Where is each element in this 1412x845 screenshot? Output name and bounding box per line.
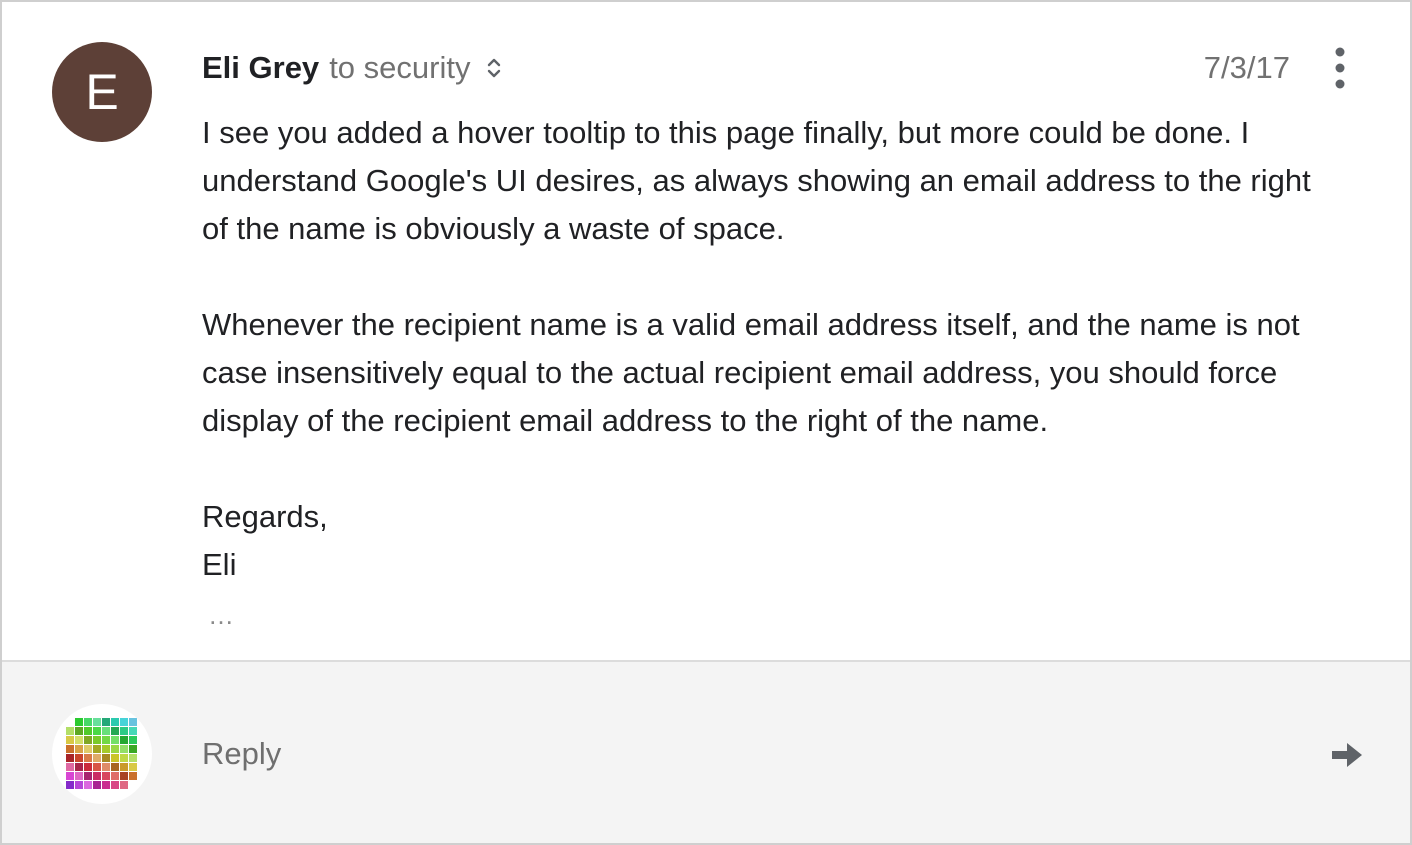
mosaic-tile (93, 736, 101, 744)
mosaic-tile (75, 745, 83, 753)
sender-name[interactable]: Eli Grey (202, 50, 319, 86)
show-trimmed-content-button[interactable]: … (208, 600, 237, 631)
mosaic-tile (102, 763, 110, 771)
mosaic-tile (111, 736, 119, 744)
mosaic-tile (102, 736, 110, 744)
mosaic-tile (129, 772, 137, 780)
arrow-right-icon[interactable] (1326, 734, 1368, 776)
reply-bar (2, 662, 1410, 843)
mosaic-tile (75, 754, 83, 762)
sender-avatar[interactable]: E (52, 42, 152, 142)
mosaic-tile (75, 763, 83, 771)
mosaic-tile (120, 754, 128, 762)
mosaic-tile (120, 727, 128, 735)
mosaic-tile (75, 727, 83, 735)
mosaic-tile (66, 745, 74, 753)
mosaic-tile (84, 718, 92, 726)
mosaic-tile (84, 727, 92, 735)
message-header: Eli Grey to security (202, 46, 502, 90)
mosaic-tile (93, 754, 101, 762)
mosaic-tile (111, 718, 119, 726)
mosaic-tile (102, 727, 110, 735)
mosaic-tile (120, 772, 128, 780)
mosaic-tile (75, 718, 83, 726)
mosaic-tile (111, 754, 119, 762)
mosaic-tile (129, 754, 137, 762)
mosaic-tile (102, 745, 110, 753)
mosaic-tile (66, 727, 74, 735)
mosaic-tile (84, 763, 92, 771)
mosaic-tile (66, 763, 74, 771)
mosaic-tile (111, 745, 119, 753)
mosaic-tile (75, 772, 83, 780)
mosaic-tile (102, 754, 110, 762)
mosaic-tile (66, 754, 74, 762)
body-paragraph-2: Whenever the recipient name is a valid e… (202, 307, 1300, 438)
mosaic-tile (129, 745, 137, 753)
mosaic-tile (102, 781, 110, 789)
mosaic-tile (75, 781, 83, 789)
mosaic-tile (129, 718, 137, 726)
message-date: 7/3/17 (1203, 50, 1290, 85)
mosaic-tile (84, 745, 92, 753)
mosaic-tile (66, 781, 74, 789)
mosaic-tile (120, 763, 128, 771)
mosaic-tile (93, 763, 101, 771)
closing-line: Regards, (202, 499, 328, 534)
mosaic-tile (75, 736, 83, 744)
reply-input[interactable] (202, 728, 1202, 780)
self-avatar[interactable] (52, 704, 152, 804)
mosaic-tile (111, 781, 119, 789)
mosaic-tile (102, 718, 110, 726)
mosaic-tile (84, 781, 92, 789)
mosaic-tile (93, 781, 101, 789)
mosaic-tile (66, 736, 74, 744)
unfold-more-icon[interactable] (486, 55, 502, 81)
mosaic-tile (93, 718, 101, 726)
email-thread-view: E Eli Grey to security 7/3/17 I see you … (0, 0, 1412, 845)
mosaic-tile (129, 736, 137, 744)
mosaic-tile (84, 772, 92, 780)
mosaic-tile (120, 781, 128, 789)
mosaic-tile (129, 763, 137, 771)
mosaic-tile (84, 754, 92, 762)
pixel-mosaic-avatar-icon (66, 718, 137, 789)
mosaic-tile (66, 772, 74, 780)
mosaic-tile (111, 727, 119, 735)
mosaic-tile (111, 763, 119, 771)
mosaic-tile (102, 772, 110, 780)
mosaic-tile (84, 736, 92, 744)
mosaic-tile (111, 772, 119, 780)
email-message: E Eli Grey to security 7/3/17 I see you … (2, 2, 1410, 662)
mosaic-tile (129, 727, 137, 735)
mosaic-tile (93, 772, 101, 780)
body-paragraph-1: I see you added a hover tooltip to this … (202, 115, 1311, 246)
mosaic-tile (93, 745, 101, 753)
message-body: I see you added a hover tooltip to this … (202, 109, 1312, 589)
mosaic-tile (120, 736, 128, 744)
signature-line: Eli (202, 547, 237, 582)
mosaic-tile (120, 718, 128, 726)
recipients-label: to security (329, 50, 471, 85)
mosaic-tile (120, 745, 128, 753)
more-vert-icon[interactable] (1320, 44, 1360, 92)
mosaic-tile (93, 727, 101, 735)
